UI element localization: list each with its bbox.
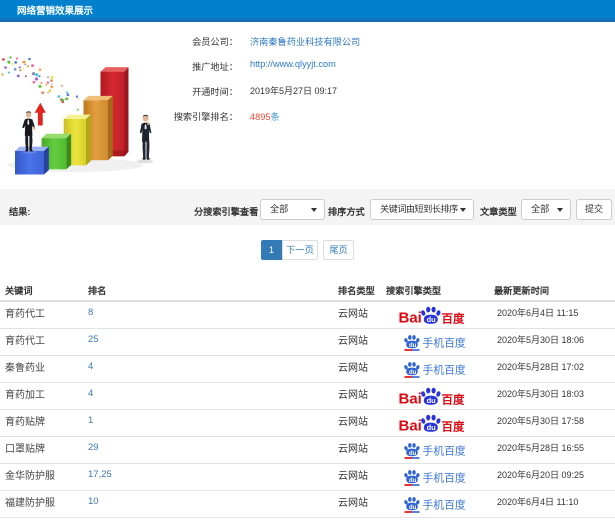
svg-text:手机百度: 手机百度 (423, 470, 466, 484)
svg-text:du: du (427, 396, 437, 405)
svg-text:Bai: Bai (399, 310, 422, 326)
svg-text:手机百度: 手机百度 (423, 362, 466, 376)
svg-text:du: du (427, 315, 437, 324)
svg-text:du: du (409, 505, 417, 511)
svg-text:手机百度: 手机百度 (423, 335, 466, 349)
svg-text:du: du (409, 343, 417, 349)
svg-text:du: du (409, 370, 417, 376)
svg-text:百度: 百度 (442, 393, 465, 407)
svg-text:百度: 百度 (442, 312, 465, 326)
svg-text:du: du (427, 423, 437, 432)
svg-text:du: du (409, 478, 417, 484)
svg-text:Bai: Bai (399, 391, 422, 407)
svg-text:手机百度: 手机百度 (423, 443, 466, 457)
svg-text:Bai: Bai (399, 418, 422, 434)
svg-text:du: du (409, 451, 417, 457)
svg-text:手机百度: 手机百度 (423, 497, 466, 511)
svg-text:百度: 百度 (442, 420, 465, 434)
